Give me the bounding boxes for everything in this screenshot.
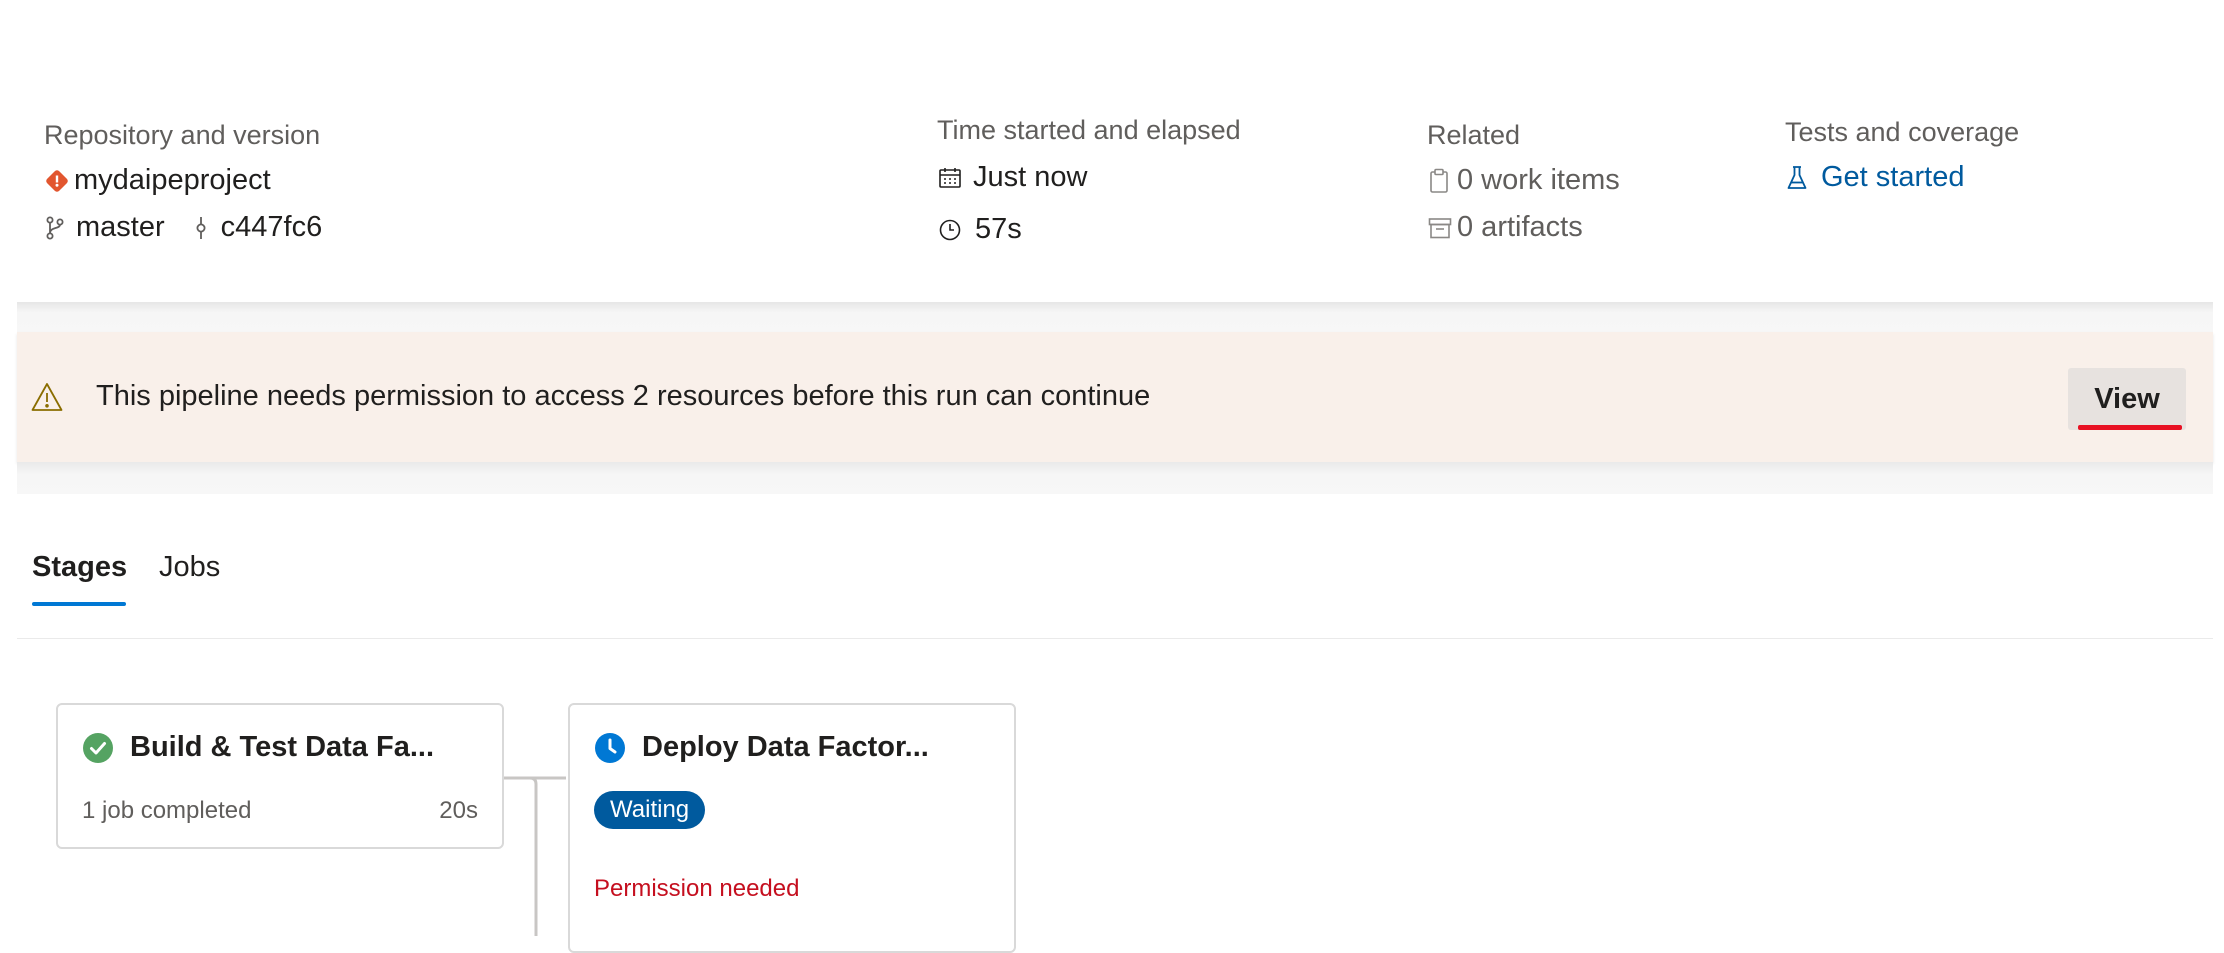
tab-stages[interactable]: Stages (32, 551, 127, 584)
work-items-text: 0 work items (1457, 164, 1620, 196)
repository-version: master c447fc6 (44, 211, 322, 244)
tab-active-indicator (32, 602, 126, 606)
repository-section-label: Repository and version (44, 120, 321, 150)
calendar-icon (937, 165, 963, 191)
time-section-label: Time started and elapsed (937, 115, 1241, 145)
related-work-items[interactable]: 0 work items (1427, 164, 1620, 197)
check-circle-icon (82, 732, 114, 764)
stage-title: Deploy Data Factor... (642, 731, 929, 763)
stage-title: Build & Test Data Fa... (130, 731, 435, 763)
permission-needed-text: Permission needed (594, 875, 800, 902)
stage-card-build-test[interactable]: Build & Test Data Fa... 1 job completed … (56, 703, 504, 849)
related-artifacts[interactable]: 0 artifacts (1427, 211, 1583, 244)
stage-connector (504, 776, 566, 936)
banner-message: This pipeline needs permission to access… (96, 380, 1151, 412)
time-elapsed: 57s (937, 213, 1022, 246)
view-button-focus-underline (2078, 425, 2182, 430)
beaker-icon (1785, 164, 1809, 192)
commit-icon (193, 214, 209, 242)
time-elapsed-value: 57s (975, 213, 1022, 245)
warning-icon (31, 382, 63, 412)
artifact-box-icon (1427, 214, 1453, 242)
clock-icon (937, 217, 963, 243)
branch-name[interactable]: master (76, 211, 165, 244)
related-section-label: Related (1427, 120, 1521, 150)
stage-subtitle: 1 job completed (82, 797, 252, 824)
tab-divider (17, 638, 2213, 639)
clipboard-icon (1427, 167, 1451, 195)
commit-hash[interactable]: c447fc6 (221, 211, 323, 244)
clock-circle-icon (594, 732, 626, 764)
banner-bottom-band (17, 462, 2213, 494)
stage-card-deploy[interactable]: Deploy Data Factor... Waiting Permission… (568, 703, 1016, 953)
tests-section-label: Tests and coverage (1785, 117, 2020, 147)
repository-link[interactable]: mydaipeproject (44, 164, 271, 197)
view-button[interactable]: View (2068, 368, 2186, 430)
artifacts-text: 0 artifacts (1457, 211, 1583, 243)
tab-jobs[interactable]: Jobs (159, 551, 220, 584)
branch-icon (44, 214, 66, 242)
stage-duration: 20s (439, 797, 478, 824)
repository-name: mydaipeproject (74, 164, 271, 196)
git-repo-icon (44, 168, 70, 194)
time-started-value: Just now (973, 161, 1088, 193)
banner-top-band (17, 302, 2213, 332)
status-badge: Waiting (594, 791, 706, 829)
time-started: Just now (937, 161, 1087, 194)
tests-get-started-link[interactable]: Get started (1785, 161, 1964, 194)
get-started-text: Get started (1821, 161, 1965, 193)
